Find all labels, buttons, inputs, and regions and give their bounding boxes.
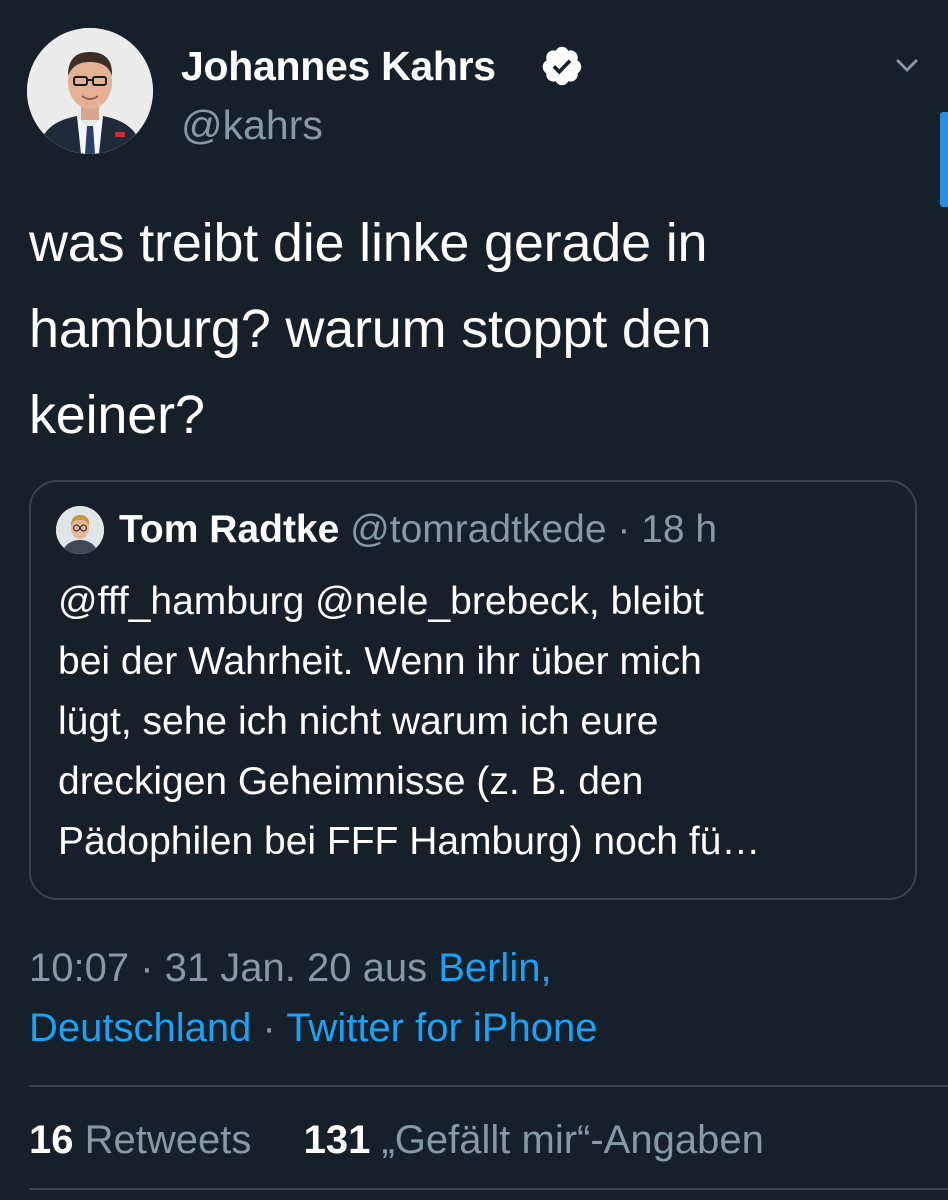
divider <box>29 1085 948 1087</box>
retweets-label: Retweets <box>73 1118 252 1162</box>
tweet-timestamp: 10:07 · 31 Jan. 20 aus <box>29 946 439 990</box>
author-name[interactable]: Johannes Kahrs <box>181 42 496 90</box>
tweet-text: was treibt die linke gerade in hamburg? … <box>29 213 712 445</box>
likes-count: 131 <box>303 1118 371 1162</box>
likes-label: „Gefällt mir“-Angaben <box>370 1118 764 1162</box>
quoted-separator: · <box>606 508 642 551</box>
source-link[interactable]: Twitter for iPhone <box>286 1006 597 1050</box>
divider-bottom <box>29 1188 948 1190</box>
scrollbar[interactable] <box>940 112 948 207</box>
quoted-author-handle: @tomradtkede <box>350 508 607 551</box>
tweet-stats: 16 Retweets 131 „Gefällt mir“-Angaben <box>29 1112 764 1168</box>
likes-stat[interactable]: 131 „Gefällt mir“-Angaben <box>304 1118 764 1162</box>
quoted-timestamp: 18 h <box>641 508 718 551</box>
location-link-continued[interactable]: Deutschland <box>29 1006 251 1050</box>
verified-badge-icon <box>542 46 582 86</box>
chevron-down-icon[interactable] <box>890 48 924 82</box>
location-link[interactable]: Berlin, <box>438 946 551 990</box>
meta-separator: · <box>251 1006 287 1050</box>
retweets-stat[interactable]: 16 Retweets <box>29 1118 251 1162</box>
author-handle[interactable]: @kahrs <box>181 101 323 149</box>
tweet-meta-line-1: 10:07 · 31 Jan. 20 aus Berlin, <box>29 940 552 996</box>
quoted-author-name: Tom Radtke <box>119 508 340 551</box>
author-avatar[interactable] <box>27 28 153 154</box>
quoted-tweet-text: @fff_hamburg @nele_brebeck, bleibt bei d… <box>58 580 761 863</box>
quoted-tweet-header: Tom Radtke @tomradtkede · 18 h <box>119 506 717 554</box>
retweets-count: 16 <box>29 1118 74 1162</box>
tweet-meta-line-2: Deutschland · Twitter for iPhone <box>29 1000 597 1056</box>
tweet-detail-page: Johannes Kahrs @kahrs was treibt die lin… <box>0 0 948 1200</box>
quoted-author-avatar <box>56 506 104 554</box>
quoted-tweet-card[interactable]: Tom Radtke @tomradtkede · 18 h @fff_hamb… <box>29 480 917 900</box>
